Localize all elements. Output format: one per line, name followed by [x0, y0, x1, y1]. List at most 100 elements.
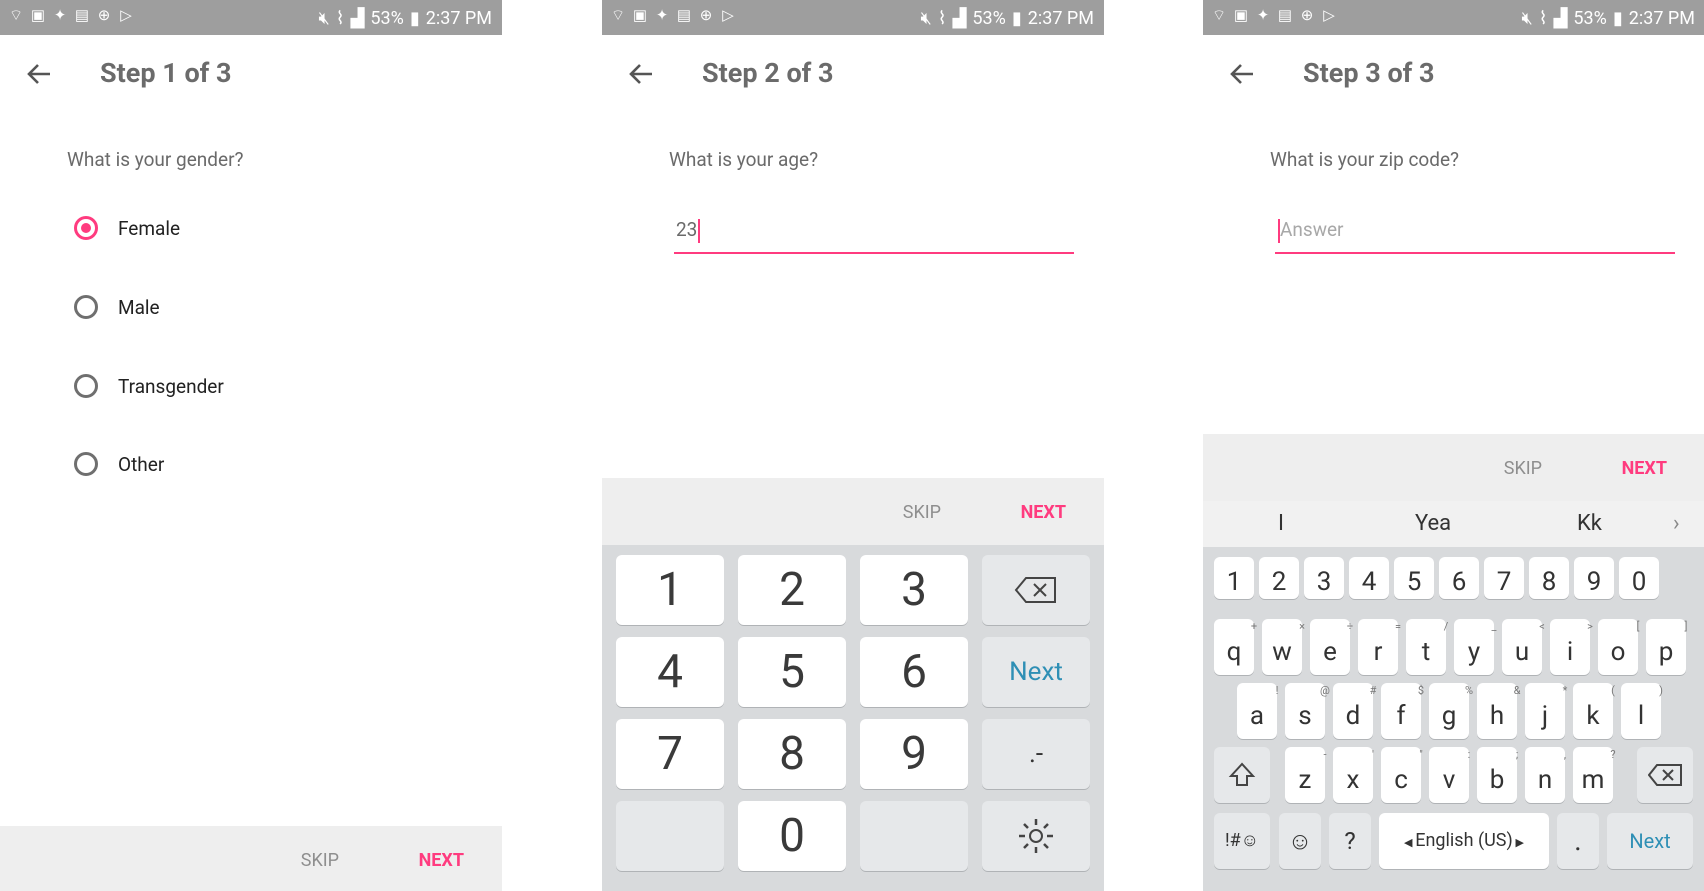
option-transgender[interactable]: Transgender: [74, 366, 224, 406]
digit-row-key[interactable]: 1: [1214, 557, 1254, 599]
key-6[interactable]: 6: [860, 637, 968, 707]
next-button[interactable]: NEXT: [1021, 502, 1066, 523]
row3-key[interactable]: ' x: [1333, 747, 1374, 803]
digit-row-key[interactable]: 4: [1349, 557, 1389, 599]
row1-key[interactable]: > i: [1550, 619, 1593, 675]
dot-dash-key[interactable]: .-: [982, 719, 1090, 789]
digit-row-key[interactable]: 3: [1304, 557, 1344, 599]
digit-row-key[interactable]: 8: [1529, 557, 1569, 599]
radio-icon[interactable]: [74, 452, 98, 476]
digit-row-key[interactable]: 2: [1259, 557, 1299, 599]
suggestion-item[interactable]: Yea: [1415, 511, 1451, 536]
key-label: j: [1541, 701, 1549, 731]
row1-key[interactable]: = r: [1358, 619, 1401, 675]
back-arrow-icon[interactable]: [626, 59, 656, 89]
plus-circle-icon: ⊕: [97, 6, 111, 24]
question-key[interactable]: ?: [1329, 813, 1371, 869]
back-arrow-icon[interactable]: [24, 59, 54, 89]
next-button[interactable]: NEXT: [419, 850, 464, 871]
status-right: 🔇︎ ⌇ ▟ 53% ▮ 2:37 PM: [318, 8, 492, 29]
key-2[interactable]: 2: [738, 555, 846, 625]
skip-button[interactable]: SKIP: [1504, 458, 1542, 479]
option-female[interactable]: Female: [74, 208, 180, 248]
row2-key[interactable]: % g: [1429, 683, 1473, 739]
row1-key[interactable]: + q: [1214, 619, 1257, 675]
digit-row-key[interactable]: 7: [1484, 557, 1524, 599]
digit-row-key[interactable]: 9: [1574, 557, 1614, 599]
settings-key[interactable]: [982, 801, 1090, 871]
key-7[interactable]: 7: [616, 719, 724, 789]
radio-icon[interactable]: [74, 295, 98, 319]
row3-key[interactable]: ? m: [1573, 747, 1616, 803]
notification-icons: ⌔ ▣ ✦ ▤ ⊕ ▷: [610, 7, 736, 23]
next-key[interactable]: Next: [1607, 813, 1693, 869]
age-input[interactable]: 23: [674, 208, 1074, 254]
shift-arrow-icon: [1228, 762, 1256, 786]
row3-key[interactable]: -z: [1285, 747, 1327, 803]
digit-row-key[interactable]: 6: [1439, 557, 1479, 599]
key-secondary-symbol: ]: [1684, 620, 1688, 633]
row2-key[interactable]: ) l: [1621, 683, 1663, 739]
row1-key[interactable]: ] p: [1646, 619, 1687, 675]
row1-key[interactable]: ÷ e: [1310, 619, 1353, 675]
row2-key[interactable]: @ s: [1285, 683, 1330, 739]
row3-key[interactable]: ,n: [1525, 747, 1566, 803]
row2-key[interactable]: # d: [1333, 683, 1376, 739]
row3-key[interactable]: " c: [1381, 747, 1423, 803]
key-label: 3: [1316, 567, 1332, 597]
option-other[interactable]: Other: [74, 444, 164, 484]
key-label: 4: [1361, 567, 1377, 597]
symbols-key[interactable]: !#☺: [1214, 813, 1270, 869]
row1-key[interactable]: / t: [1406, 619, 1448, 675]
radio-selected-icon[interactable]: [74, 216, 98, 240]
row1-key[interactable]: < u: [1502, 619, 1545, 675]
option-male[interactable]: Male: [74, 287, 160, 327]
signal-icon: ▟: [350, 8, 365, 29]
backspace-key[interactable]: [982, 555, 1090, 625]
row2-key[interactable]: (k: [1573, 683, 1615, 739]
row1-key[interactable]: _ y: [1454, 619, 1496, 675]
zip-code-input[interactable]: Answer: [1275, 208, 1675, 254]
key-1[interactable]: 1: [616, 555, 724, 625]
key-8[interactable]: 8: [738, 719, 846, 789]
suggestion-item[interactable]: Kk: [1577, 511, 1602, 536]
emoji-key[interactable]: ☺: [1279, 813, 1321, 869]
row3-key[interactable]: ; b: [1477, 747, 1518, 803]
shift-key[interactable]: [1214, 747, 1270, 803]
digit-row-key[interactable]: 0: [1619, 557, 1659, 599]
key-5[interactable]: 5: [738, 637, 846, 707]
key-label: b: [1489, 765, 1505, 795]
period-key[interactable]: .: [1557, 813, 1599, 869]
backspace-key[interactable]: [1637, 747, 1693, 803]
space-bar[interactable]: ◀ English (US) ▶: [1379, 813, 1549, 869]
back-arrow-icon[interactable]: [1227, 59, 1257, 89]
row2-key[interactable]: $ f: [1381, 683, 1424, 739]
row2-key[interactable]: * j: [1525, 683, 1567, 739]
row1-key[interactable]: [o: [1598, 619, 1639, 675]
next-button[interactable]: NEXT: [1622, 458, 1667, 479]
key-0[interactable]: 0: [738, 801, 846, 871]
bottom-action-bar: SKIP NEXT: [0, 826, 502, 891]
key-3[interactable]: 3: [860, 555, 968, 625]
chevron-right-icon[interactable]: ›: [1673, 511, 1680, 536]
signal-icon: ▟: [952, 8, 967, 29]
row2-key[interactable]: & h: [1477, 683, 1520, 739]
skip-button[interactable]: SKIP: [903, 502, 941, 523]
skip-button[interactable]: SKIP: [301, 850, 339, 871]
suggestion-strip: I Yea Kk ›: [1203, 501, 1704, 547]
row1-key[interactable]: × w: [1262, 619, 1305, 675]
suggestion-item[interactable]: I: [1278, 511, 1284, 536]
wifi-icon: ⌇: [937, 8, 947, 29]
key-9[interactable]: 9: [860, 719, 968, 789]
row3-key[interactable]: :v: [1429, 747, 1470, 803]
key-4[interactable]: 4: [616, 637, 724, 707]
next-key[interactable]: Next: [982, 637, 1090, 707]
wifi-call-icon: ⌔: [610, 6, 626, 24]
play-store-icon: ▷: [120, 6, 132, 24]
digit-row-key[interactable]: 5: [1394, 557, 1434, 599]
row2-key[interactable]: ! a: [1237, 683, 1278, 739]
radio-icon[interactable]: [74, 374, 98, 398]
key-label: u: [1514, 637, 1530, 667]
age-value: 23: [676, 218, 701, 243]
mute-icon: 🔇︎: [1521, 8, 1533, 29]
